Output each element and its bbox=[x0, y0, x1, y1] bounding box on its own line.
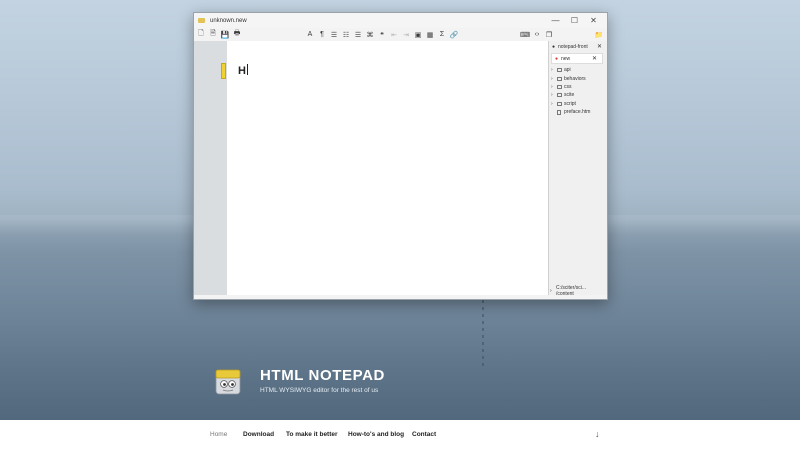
tree-item-behaviors[interactable]: › behaviors bbox=[549, 74, 607, 82]
editor-heading[interactable]: H bbox=[238, 64, 248, 77]
font-icon[interactable]: A bbox=[304, 29, 316, 40]
close-tab-icon[interactable]: ✕ bbox=[592, 55, 597, 62]
app-window: unknown.new — ☐ ✕ 🗋 🗎 💾 🖶 A ¶ ☰ ☷ ☰ ⌘ ❝ … bbox=[193, 12, 608, 300]
print-icon[interactable]: 🖶 bbox=[231, 29, 243, 40]
text-caret bbox=[246, 64, 248, 75]
nav-download[interactable]: Download bbox=[243, 431, 274, 438]
folder-icon bbox=[557, 76, 562, 81]
sidebar-path[interactable]: › C:/sciter/sci... /content bbox=[550, 284, 605, 297]
tree-item-preface[interactable]: preface.htm bbox=[549, 108, 607, 116]
code-block-icon[interactable]: ⌘ bbox=[364, 29, 376, 40]
window-controls: — ☐ ✕ bbox=[546, 13, 603, 28]
nav-make-it-better[interactable]: To make it better bbox=[286, 431, 338, 438]
file-icon bbox=[557, 109, 561, 115]
file-tree: › api › behaviors › css › scite › script pref… bbox=[549, 66, 607, 116]
save-icon[interactable]: 💾 bbox=[219, 29, 231, 40]
bullet-list-icon[interactable]: ☰ bbox=[328, 29, 340, 40]
paragraph-icon[interactable]: ¶ bbox=[316, 29, 328, 40]
sidebar-tab-new[interactable]: ● new ✕ bbox=[551, 53, 603, 64]
site-tagline: HTML WYSIWYG editor for the rest of us bbox=[260, 387, 379, 394]
tree-item-label: api bbox=[564, 67, 571, 74]
open-file-icon[interactable]: 🗎 bbox=[207, 29, 219, 40]
block-marker[interactable] bbox=[221, 63, 226, 79]
tree-item-scite[interactable]: › scite bbox=[549, 91, 607, 99]
minimize-button[interactable]: — bbox=[546, 13, 565, 28]
indent-icon[interactable]: ⇥ bbox=[400, 29, 412, 40]
folder-icon bbox=[557, 68, 562, 73]
folder-icon bbox=[557, 84, 562, 89]
window-title: unknown.new bbox=[210, 17, 247, 24]
title-bar[interactable]: unknown.new — ☐ ✕ bbox=[194, 13, 607, 28]
tree-item-label: script bbox=[564, 100, 576, 107]
keyboard-icon[interactable]: ⌨ bbox=[519, 29, 531, 40]
close-tab-icon[interactable]: ✕ bbox=[597, 43, 602, 50]
editor-text-content: H bbox=[238, 65, 246, 77]
app-icon bbox=[198, 18, 205, 23]
link-icon[interactable]: 🔗 bbox=[448, 29, 460, 40]
nav-contact[interactable]: Contact bbox=[412, 431, 436, 438]
folder-icon[interactable]: 📁 bbox=[593, 29, 605, 40]
toolbar: 🗋 🗎 💾 🖶 A ¶ ☰ ☷ ☰ ⌘ ❝ ⇤ ⇥ ▣ ▦ Σ 🔗 ⌨ ‹› ❐… bbox=[194, 28, 607, 41]
editor-area[interactable]: H bbox=[227, 41, 548, 295]
numbered-list-icon[interactable]: ☷ bbox=[340, 29, 352, 40]
folder-icon bbox=[557, 101, 562, 106]
outdent-icon[interactable]: ⇤ bbox=[388, 29, 400, 40]
site-navigation: Home Download To make it better How-to's… bbox=[0, 420, 800, 450]
tree-item-label: scite bbox=[564, 92, 575, 99]
notepad-logo-icon bbox=[215, 369, 241, 395]
path-label: C:/sciter/sci... /content bbox=[555, 284, 586, 297]
sidebar-tab-label: notepad-front bbox=[558, 43, 588, 50]
tree-item-css[interactable]: › css bbox=[549, 83, 607, 91]
folder-icon bbox=[557, 93, 562, 98]
quote-icon[interactable]: ❝ bbox=[376, 29, 388, 40]
formula-icon[interactable]: Σ bbox=[436, 29, 448, 40]
tree-item-script[interactable]: › script bbox=[549, 100, 607, 108]
tree-item-label: behaviors bbox=[564, 75, 586, 82]
tree-item-label: preface.htm bbox=[564, 109, 591, 116]
nav-howtos-blog[interactable]: How-to's and blog bbox=[348, 431, 404, 438]
sidebar-tab-notepad-front[interactable]: ● notepad-front ✕ bbox=[549, 41, 607, 52]
tree-item-label: css bbox=[564, 83, 572, 90]
scroll-down-icon[interactable]: ↓ bbox=[595, 429, 600, 439]
close-button[interactable]: ✕ bbox=[584, 13, 603, 28]
tree-item-api[interactable]: › api bbox=[549, 66, 607, 74]
new-file-icon[interactable]: 🗋 bbox=[195, 29, 207, 40]
editor-gutter bbox=[194, 41, 227, 295]
list-icon[interactable]: ☰ bbox=[352, 29, 364, 40]
source-code-icon[interactable]: ‹› bbox=[531, 29, 543, 40]
maximize-button[interactable]: ☐ bbox=[565, 13, 584, 28]
image-icon[interactable]: ▣ bbox=[412, 29, 424, 40]
site-title[interactable]: HTML NOTEPAD bbox=[260, 367, 385, 384]
sea-marker-line bbox=[482, 300, 484, 370]
nav-home[interactable]: Home bbox=[210, 431, 227, 438]
windows-icon[interactable]: ❐ bbox=[543, 29, 555, 40]
table-icon[interactable]: ▦ bbox=[424, 29, 436, 40]
sidebar-tab-label: new bbox=[561, 55, 571, 62]
file-sidebar: ● notepad-front ✕ ● new ✕ › api › behavior… bbox=[548, 41, 607, 297]
